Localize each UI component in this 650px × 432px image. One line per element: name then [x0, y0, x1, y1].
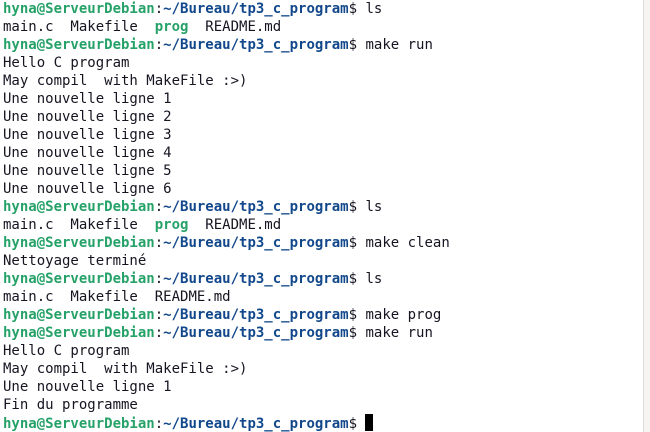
ls-output-line: main.c Makefile README.md: [3, 288, 643, 306]
output-line: Hello C program: [3, 343, 130, 359]
executable-file: prog: [154, 217, 189, 233]
command-text: ls: [357, 271, 383, 287]
prompt-symbol: $: [348, 325, 358, 341]
command-text: ls: [357, 1, 383, 17]
ls-output-line: main.c Makefile prog README.md: [3, 18, 643, 36]
ls-output-line: main.c Makefile prog README.md: [3, 216, 643, 234]
prompt-path: ~/Bureau/tp3_c_program: [163, 416, 349, 432]
prompt-line: hyna@ServeurDebian:~/Bureau/tp3_c_progra…: [3, 0, 643, 18]
output-line: Fin du programme: [3, 397, 138, 413]
prompt-path: ~/Bureau/tp3_c_program: [163, 1, 349, 17]
output-line: Une nouvelle ligne 1: [3, 379, 172, 395]
prompt-colon: :: [154, 37, 164, 53]
file-entry: main.c: [3, 19, 54, 35]
prompt-colon: :: [154, 235, 164, 251]
text-cursor[interactable]: [365, 414, 374, 431]
file-entry: README.md: [188, 19, 282, 35]
output-line: Une nouvelle ligne 3: [3, 127, 172, 143]
executable-file: prog: [154, 19, 189, 35]
file-entry: main.c: [3, 217, 54, 233]
prompt-line: hyna@ServeurDebian:~/Bureau/tp3_c_progra…: [3, 198, 643, 216]
prompt-line: hyna@ServeurDebian:~/Bureau/tp3_c_progra…: [3, 306, 643, 324]
prompt-line: hyna@ServeurDebian:~/Bureau/tp3_c_progra…: [3, 324, 643, 342]
prompt-path: ~/Bureau/tp3_c_program: [163, 199, 349, 215]
prompt-symbol: $: [348, 271, 358, 287]
prompt-user-host: hyna@ServeurDebian: [3, 271, 155, 287]
prompt-user-host: hyna@ServeurDebian: [3, 199, 155, 215]
terminal-scrollbar[interactable]: [643, 0, 650, 432]
prompt-line: hyna@ServeurDebian:~/Bureau/tp3_c_progra…: [3, 234, 643, 252]
command-text: make run: [357, 37, 433, 53]
prompt-symbol: $: [348, 235, 358, 251]
output-line: Une nouvelle ligne 6: [3, 181, 172, 197]
output-line: Hello C program: [3, 55, 130, 71]
prompt-user-host: hyna@ServeurDebian: [3, 307, 155, 323]
prompt-path: ~/Bureau/tp3_c_program: [163, 307, 349, 323]
terminal-output[interactable]: hyna@ServeurDebian:~/Bureau/tp3_c_progra…: [3, 0, 643, 432]
file-entry: Makefile: [53, 19, 138, 35]
prompt-colon: :: [154, 307, 164, 323]
prompt-symbol: $: [348, 199, 358, 215]
file-entry: Makefile: [53, 217, 138, 233]
prompt-symbol: $: [348, 307, 358, 323]
command-text: ls: [357, 199, 383, 215]
terminal-window[interactable]: hyna@ServeurDebian:~/Bureau/tp3_c_progra…: [0, 0, 650, 432]
prompt-symbol: $: [348, 1, 358, 17]
file-entry: main.c: [3, 289, 54, 305]
prompt-colon: :: [154, 325, 164, 341]
prompt-line: hyna@ServeurDebian:~/Bureau/tp3_c_progra…: [3, 36, 643, 54]
prompt-path: ~/Bureau/tp3_c_program: [163, 325, 349, 341]
file-entry: README.md: [188, 217, 282, 233]
prompt-line: hyna@ServeurDebian:~/Bureau/tp3_c_progra…: [3, 270, 643, 288]
prompt-user-host: hyna@ServeurDebian: [3, 235, 155, 251]
command-text: make clean: [357, 235, 450, 251]
prompt-colon: :: [154, 199, 164, 215]
output-line: May compil with MakeFile :>): [3, 73, 248, 89]
prompt-user-host: hyna@ServeurDebian: [3, 416, 155, 432]
prompt-line: hyna@ServeurDebian:~/Bureau/tp3_c_progra…: [3, 414, 643, 432]
output-line: Une nouvelle ligne 5: [3, 163, 172, 179]
prompt-user-host: hyna@ServeurDebian: [3, 325, 155, 341]
prompt-symbol: $: [348, 37, 358, 53]
prompt-path: ~/Bureau/tp3_c_program: [163, 235, 349, 251]
prompt-path: ~/Bureau/tp3_c_program: [163, 37, 349, 53]
file-entry: [138, 217, 155, 233]
file-entry: Makefile: [53, 289, 138, 305]
prompt-symbol: $: [348, 416, 358, 432]
output-line: Une nouvelle ligne 1: [3, 91, 172, 107]
command-text: make run: [357, 325, 433, 341]
prompt-colon: :: [154, 416, 164, 432]
prompt-colon: :: [154, 271, 164, 287]
output-line: Une nouvelle ligne 2: [3, 109, 172, 125]
command-text: make prog: [357, 307, 442, 323]
prompt-colon: :: [154, 1, 164, 17]
file-entry: [138, 19, 155, 35]
output-line: Nettoyage terminé: [3, 253, 147, 269]
prompt-user-host: hyna@ServeurDebian: [3, 37, 155, 53]
output-line: May compil with MakeFile :>): [3, 361, 248, 377]
file-entry: README.md: [137, 289, 231, 305]
prompt-user-host: hyna@ServeurDebian: [3, 1, 155, 17]
prompt-path: ~/Bureau/tp3_c_program: [163, 271, 349, 287]
command-text: [357, 416, 365, 432]
output-line: Une nouvelle ligne 4: [3, 145, 172, 161]
